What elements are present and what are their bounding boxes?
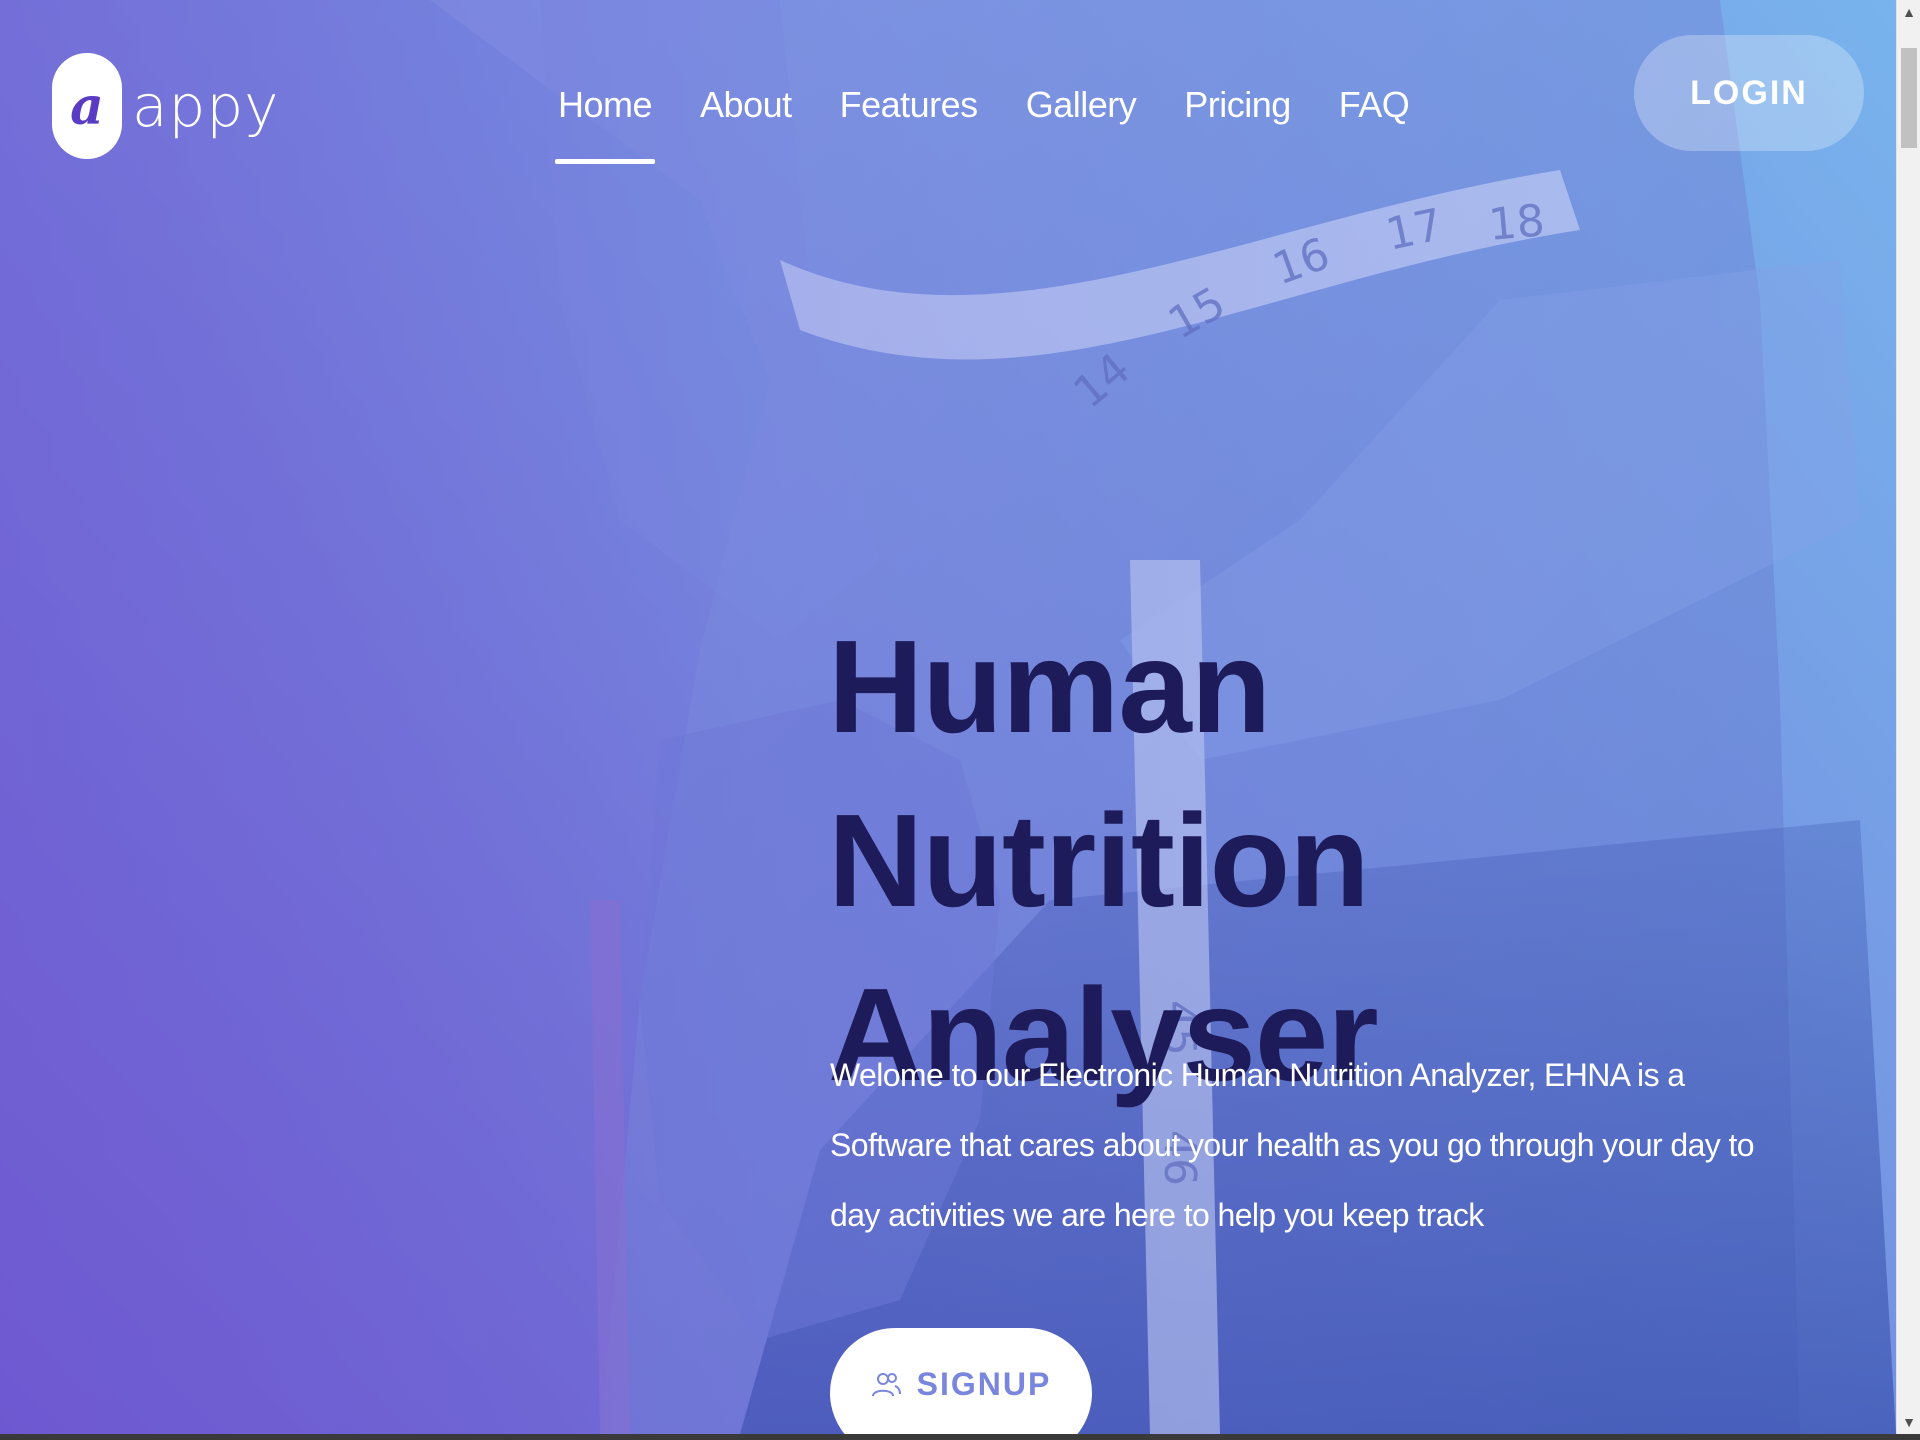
- scroll-up-arrow-icon[interactable]: ▲: [1897, 0, 1920, 24]
- nav-item-label: About: [700, 84, 792, 125]
- signup-button[interactable]: SIGNUP: [830, 1328, 1092, 1434]
- horizontal-scrollbar[interactable]: [0, 1434, 1920, 1440]
- nav-item-faq[interactable]: FAQ: [1339, 84, 1410, 164]
- nav-item-about[interactable]: About: [700, 84, 792, 164]
- scrollbar-thumb[interactable]: [1901, 48, 1917, 148]
- vertical-scrollbar[interactable]: ▲ ▼: [1896, 0, 1920, 1434]
- nav-item-label: Home: [558, 84, 653, 125]
- signup-label: SIGNUP: [916, 1366, 1052, 1402]
- user-group-icon: [871, 1372, 901, 1396]
- hero-description: Welome to our Electronic Human Nutrition…: [830, 1057, 1755, 1233]
- nav-item-features[interactable]: Features: [839, 84, 979, 164]
- nav-item-pricing[interactable]: Pricing: [1184, 84, 1291, 164]
- nav-item-label: FAQ: [1338, 84, 1410, 125]
- nav-item-label: Gallery: [1025, 84, 1137, 125]
- login-button[interactable]: LOGIN: [1634, 35, 1864, 151]
- main-nav: Home About Features Gallery Pricing FAQ: [554, 84, 1410, 164]
- nav-item-label: Pricing: [1184, 84, 1291, 125]
- scroll-down-arrow-icon[interactable]: ▼: [1897, 1410, 1920, 1434]
- logo-wordmark: appy: [132, 72, 280, 140]
- logo-badge-icon: a: [52, 53, 122, 159]
- hero-title-line-1: Human Nutrition: [828, 613, 1370, 934]
- site-header: a appy Home About Features Gallery Prici…: [0, 0, 1896, 170]
- logo-letter: a: [70, 75, 104, 137]
- nav-item-gallery[interactable]: Gallery: [1026, 84, 1137, 164]
- brand-logo[interactable]: a appy: [52, 53, 280, 159]
- nav-item-label: Features: [839, 84, 979, 125]
- page-viewport: 14 15 16 17 18 45 46 a appy Home About F…: [0, 0, 1896, 1434]
- nav-item-home[interactable]: Home: [554, 84, 656, 164]
